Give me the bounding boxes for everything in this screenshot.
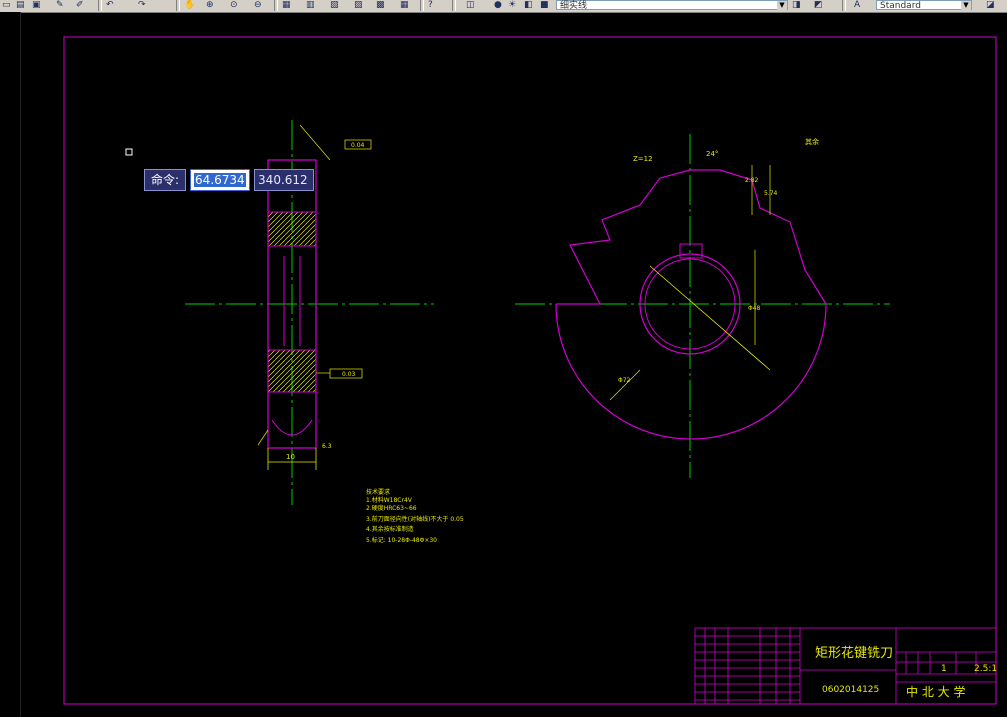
section-width-dim: 10 xyxy=(286,453,295,461)
school-name: 中 北 大 学 xyxy=(906,684,965,699)
drawing-frame xyxy=(63,36,997,705)
text-style-icon[interactable]: A xyxy=(854,0,860,10)
layer-manager-icon[interactable]: ◫ xyxy=(466,0,475,10)
tech-note: 1.材料W18Cr4V xyxy=(366,496,413,504)
zoom-window-icon[interactable]: ⊙ xyxy=(230,0,238,10)
dimension-style-icon[interactable]: ◪ xyxy=(986,0,995,10)
linetype-combo-value: 细实线 xyxy=(560,1,588,11)
layer-color-icon[interactable]: ■ xyxy=(540,0,549,10)
x-coordinate-input[interactable]: 64.6734 xyxy=(190,169,251,191)
brush-icon[interactable]: ✐ xyxy=(76,0,84,10)
gear-angle: 24° xyxy=(706,150,718,158)
text-style-combo[interactable]: Standard ▼ xyxy=(876,0,972,11)
layer-previous-icon[interactable]: ◩ xyxy=(814,0,823,10)
pan-icon[interactable]: ✋ xyxy=(184,0,195,10)
tech-note: 2.硬度HRC63~66 xyxy=(366,504,417,512)
gear-dim-4: Φ72 xyxy=(618,377,631,384)
drawing-scale: 2.5:1 xyxy=(974,664,997,674)
save-icon[interactable]: ▣ xyxy=(32,0,41,10)
drawing-number: 0602014125 xyxy=(822,685,879,695)
command-prompt-label: 命令: xyxy=(144,169,187,191)
y-coordinate-input[interactable]: 340.612 xyxy=(254,169,315,191)
new-file-icon[interactable]: ▭ xyxy=(2,0,11,10)
separator xyxy=(842,0,846,11)
roughness-note: 其余 xyxy=(805,137,819,146)
undo-icon[interactable]: ↶ xyxy=(106,0,114,10)
tech-note: 技术要求 xyxy=(366,488,390,496)
properties-icon[interactable]: ▦ xyxy=(282,0,291,10)
text-style-combo-value: Standard xyxy=(880,1,921,11)
technical-notes: 技术要求 1.材料W18Cr4V 2.硬度HRC63~66 3.前刀面径向性(对… xyxy=(366,488,464,544)
drawing-count: 1 xyxy=(941,664,947,674)
design-center-icon[interactable]: ▥ xyxy=(306,0,315,10)
layer-thaw-icon[interactable]: ☀ xyxy=(508,0,516,10)
section-tolerance-bottom: 0.03 xyxy=(342,371,356,378)
open-icon[interactable]: ▤ xyxy=(16,0,25,10)
calculator-icon[interactable]: ▦ xyxy=(400,0,409,10)
separator xyxy=(420,0,424,11)
pick-box xyxy=(125,148,133,156)
separator xyxy=(176,0,180,11)
gear-dim-1: 2.82 xyxy=(745,177,759,184)
zoom-previous-icon[interactable]: ⊖ xyxy=(254,0,262,10)
markup-icon[interactable]: ▩ xyxy=(376,0,385,10)
sheet-set-icon[interactable]: ▨ xyxy=(354,0,363,10)
gear-dim-3: Φ48 xyxy=(748,305,761,312)
layer-states-icon[interactable]: ◨ xyxy=(792,0,801,10)
layer-lock-icon[interactable]: ◧ xyxy=(524,0,533,10)
match-properties-icon[interactable]: ✎ xyxy=(56,0,64,10)
separator xyxy=(98,0,102,11)
drawing-canvas[interactable]: 矩形花键铣刀 0602014125 中 北 大 学 2.5:1 1 10 0.0… xyxy=(0,12,1007,717)
chevron-down-icon[interactable]: ▼ xyxy=(961,1,971,10)
x-coordinate-value: 64.6734 xyxy=(194,173,246,187)
tool-palette-icon[interactable]: ▧ xyxy=(330,0,339,10)
drawing-title: 矩形花键铣刀 xyxy=(815,645,893,661)
zoom-realtime-icon[interactable]: ⊕ xyxy=(206,0,214,10)
section-tolerance-top: 0.04 xyxy=(351,142,365,149)
command-tooltip: 命令: 64.6734 340.612 xyxy=(144,169,315,191)
surface-roughness: 6.3 xyxy=(322,443,332,450)
linetype-combo[interactable]: 细实线 ▼ xyxy=(556,0,788,11)
tech-note: 5.标记: 10-28Φ-48Φ×30 xyxy=(366,536,437,544)
separator xyxy=(274,0,278,11)
redo-icon[interactable]: ↷ xyxy=(138,0,146,10)
gear-view: Z=12 24° 2.82 5.74 Φ48 Φ72 其余 xyxy=(515,134,890,478)
tech-note: 4.其余按标准制造 xyxy=(366,525,414,533)
help-icon[interactable]: ? xyxy=(428,0,433,10)
gear-teeth-count: Z=12 xyxy=(633,155,653,163)
gear-dim-2: 5.74 xyxy=(764,190,778,197)
chevron-down-icon[interactable]: ▼ xyxy=(777,1,787,10)
tech-note: 3.前刀面径向性(对轴线)不大于 0.05 xyxy=(366,515,464,523)
separator xyxy=(452,0,456,11)
layer-on-icon[interactable]: ● xyxy=(494,0,502,10)
